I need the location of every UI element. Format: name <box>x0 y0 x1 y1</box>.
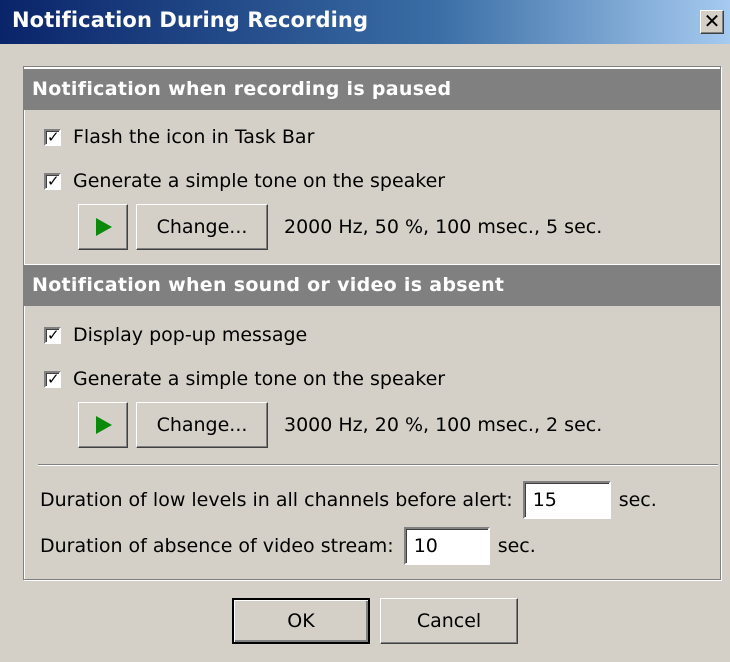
checkbox-flash-icon[interactable]: ✓ Flash the icon in Task Bar <box>44 124 314 150</box>
checkbox-label: Generate a simple tone on the speaker <box>73 368 446 390</box>
close-icon: ✕ <box>703 9 721 33</box>
video-absence-row: Duration of absence of video stream: 10 … <box>40 526 536 566</box>
video-absence-unit: sec. <box>497 535 536 557</box>
video-absence-input[interactable]: 10 <box>403 527 490 565</box>
low-levels-input[interactable]: 15 <box>522 481 611 519</box>
checkmark-icon: ✓ <box>47 369 60 388</box>
low-levels-unit: sec. <box>618 489 657 511</box>
checkbox-box[interactable]: ✓ <box>44 171 61 190</box>
section-header-absent: Notification when sound or video is abse… <box>24 264 720 306</box>
cancel-button[interactable]: Cancel <box>380 598 518 644</box>
tone-settings: 3000 Hz, 20 %, 100 msec., 2 sec. <box>284 414 603 436</box>
change-tone-button[interactable]: Change... <box>136 402 268 448</box>
checkbox-box[interactable]: ✓ <box>44 325 61 344</box>
checkbox-tone-paused[interactable]: ✓ Generate a simple tone on the speaker <box>44 168 445 194</box>
title-bar[interactable]: Notification During Recording ✕ <box>0 0 730 44</box>
checkmark-icon: ✓ <box>47 325 60 344</box>
low-levels-row: Duration of low levels in all channels b… <box>40 480 657 520</box>
checkmark-icon: ✓ <box>47 127 60 146</box>
notification-dialog: Notification During Recording ✕ Notifica… <box>0 0 730 662</box>
dialog-title: Notification During Recording <box>12 8 369 32</box>
checkmark-icon: ✓ <box>47 171 60 190</box>
checkbox-label: Generate a simple tone on the speaker <box>73 170 446 192</box>
close-button[interactable]: ✕ <box>700 10 724 34</box>
play-tone-button[interactable] <box>78 204 128 250</box>
checkbox-tone-absent[interactable]: ✓ Generate a simple tone on the speaker <box>44 366 445 392</box>
video-absence-label: Duration of absence of video stream: <box>40 535 394 557</box>
play-tone-button[interactable] <box>78 402 128 448</box>
tone-row-absent: Change... 3000 Hz, 20 %, 100 msec., 2 se… <box>78 402 602 448</box>
checkbox-label: Display pop-up message <box>73 324 308 346</box>
low-levels-label: Duration of low levels in all channels b… <box>40 489 513 511</box>
checkbox-popup[interactable]: ✓ Display pop-up message <box>44 322 307 348</box>
section-header-paused: Notification when recording is paused <box>24 68 720 110</box>
play-icon <box>96 218 112 236</box>
tone-row-paused: Change... 2000 Hz, 50 %, 100 msec., 5 se… <box>78 204 602 250</box>
checkbox-label: Flash the icon in Task Bar <box>73 126 315 148</box>
checkbox-box[interactable]: ✓ <box>44 127 61 146</box>
checkbox-box[interactable]: ✓ <box>44 369 61 388</box>
ok-button[interactable]: OK <box>232 598 370 644</box>
change-tone-button[interactable]: Change... <box>136 204 268 250</box>
section-divider <box>38 464 718 466</box>
tone-settings: 2000 Hz, 50 %, 100 msec., 5 sec. <box>284 216 603 238</box>
play-icon <box>96 416 112 434</box>
